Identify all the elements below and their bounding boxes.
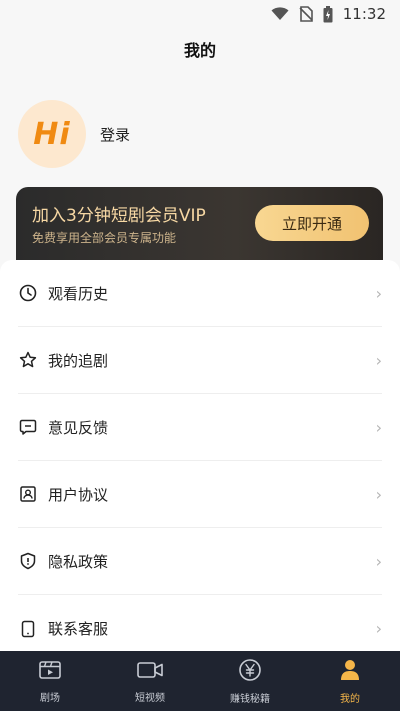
- chevron-right-icon: ›: [375, 619, 382, 638]
- vip-banner[interactable]: 加入3分钟短剧会员VIP 免费享用全部会员专属功能 立即开通: [16, 187, 383, 265]
- menu-item-feedback[interactable]: 意见反馈 ›: [18, 394, 382, 461]
- tab-label: 剧场: [40, 692, 60, 704]
- vip-subtitle: 免费享用全部会员专属功能: [32, 231, 177, 245]
- film-icon: [38, 659, 62, 685]
- page-title: 我的: [183, 41, 216, 60]
- tab-theater[interactable]: 剧场: [0, 651, 100, 711]
- tab-earn-money[interactable]: 赚钱秘籍: [200, 651, 300, 711]
- clock-time: 11:32: [342, 5, 386, 23]
- menu-item-customer-service[interactable]: 联系客服 ›: [18, 595, 382, 651]
- person-icon: [339, 658, 361, 686]
- yen-icon: [238, 658, 262, 686]
- profile-section[interactable]: Hi 登录: [18, 98, 130, 170]
- tab-label: 短视频: [135, 692, 165, 704]
- menu-item-label: 用户协议: [48, 485, 109, 504]
- menu-item-label: 联系客服: [48, 620, 109, 638]
- chat-icon: [18, 417, 38, 437]
- tab-mine[interactable]: 我的: [300, 651, 400, 711]
- menu-item-privacy-policy[interactable]: 隐私政策 ›: [18, 528, 382, 595]
- wifi-icon: [271, 7, 289, 21]
- avatar[interactable]: Hi: [18, 100, 86, 168]
- login-link[interactable]: 登录: [100, 124, 130, 145]
- shield-icon: [18, 551, 38, 571]
- menu-item-my-dramas[interactable]: 我的追剧 ›: [18, 327, 382, 394]
- menu-item-watch-history[interactable]: 观看历史 ›: [18, 260, 382, 327]
- tab-label: 赚钱秘籍: [230, 693, 270, 705]
- vip-title: 加入3分钟短剧会员VIP: [32, 206, 206, 226]
- chevron-right-icon: ›: [375, 551, 382, 571]
- menu-item-label: 我的追剧: [48, 351, 109, 370]
- star-icon: [18, 350, 38, 370]
- chevron-right-icon: ›: [375, 350, 382, 370]
- battery-charging-icon: [323, 5, 333, 23]
- menu-list: 观看历史 › 我的追剧 › 意见反馈 › 用户协议 › 隐私政策 › 联系客服 …: [0, 260, 400, 651]
- status-bar: 11:32: [0, 0, 400, 28]
- video-camera-icon: [136, 659, 164, 685]
- tab-label: 我的: [340, 693, 360, 705]
- bottom-tab-bar: 剧场 短视频 赚钱秘籍 我的: [0, 651, 400, 711]
- phone-icon: [18, 619, 38, 639]
- chevron-right-icon: ›: [375, 417, 382, 437]
- chevron-right-icon: ›: [375, 283, 382, 303]
- open-vip-button[interactable]: 立即开通: [255, 205, 369, 241]
- clock-icon: [18, 283, 38, 303]
- chevron-right-icon: ›: [375, 484, 382, 504]
- menu-item-label: 隐私政策: [48, 552, 109, 571]
- menu-item-user-agreement[interactable]: 用户协议 ›: [18, 461, 382, 528]
- menu-item-label: 意见反馈: [48, 418, 109, 437]
- user-card-icon: [18, 484, 38, 504]
- no-sim-icon: [299, 6, 313, 22]
- page-header: 我的: [0, 28, 400, 70]
- menu-item-label: 观看历史: [48, 284, 109, 303]
- tab-short-video[interactable]: 短视频: [100, 651, 200, 711]
- avatar-text: Hi: [33, 116, 71, 152]
